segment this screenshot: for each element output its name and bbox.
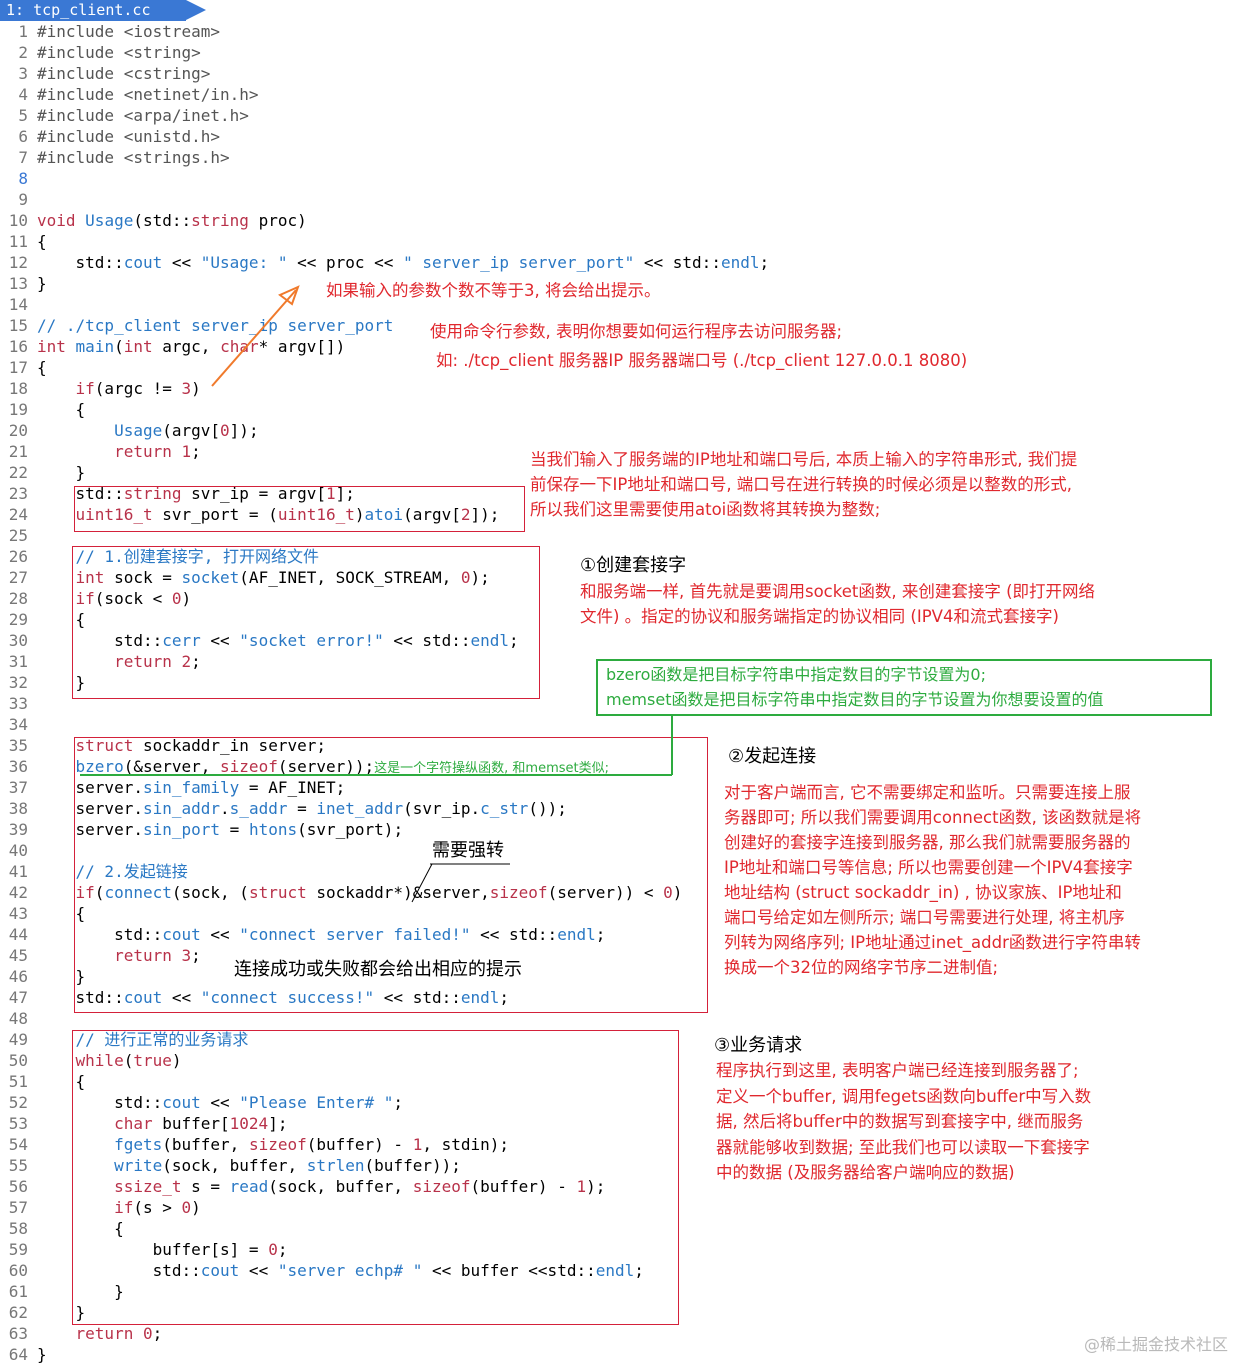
usage-arrow-line: [211, 289, 297, 387]
connect-desc-line: 地址结构 (struct sockaddr_in) , 协议家族、IP地址和: [724, 883, 1122, 902]
code-editor[interactable]: 1: tcp_client.cc 1 #include <iostream> 2 #i…: [0, 0, 1238, 1364]
connect-desc-line: 列转为网络序列; IP地址通过inet_addr函数进行字符串转: [724, 933, 1141, 952]
connect-desc-line: 换成一个32位的网络字节序二进制值;: [724, 958, 999, 977]
socket-title: ①创建套接字: [580, 555, 687, 576]
usage-hint: 如果输入的参数个数不等于3, 将会给出提示。: [326, 281, 661, 300]
connect-desc-line: 对于客户端而言, 它不需要绑定和监听。只需要连接上服: [724, 783, 1131, 802]
connect-desc-line: 创建好的套接字连接到服务器, 那么我们就需要服务器的: [724, 833, 1131, 852]
request-desc-line: 程序执行到这里, 表明客户端已经连接到服务器了;: [716, 1061, 1079, 1080]
request-desc-line: 器就能够收到数据; 至此我们也可以读取一下套接字: [716, 1137, 1090, 1157]
connect-title: ②发起连接: [728, 746, 817, 767]
connect-desc-line: IP地址和端口号等信息; 所以也需要创建一个IPV4套接字: [724, 858, 1133, 877]
connect-desc-line: 端口号给定如左侧所示; 端口号需要进行处理, 将主机序: [724, 908, 1125, 927]
cast-note: 需要强转: [432, 840, 504, 861]
cmdline-hint-2: 如: ./tcp_client 服务器IP 服务器端口号 (./tcp_clie…: [436, 351, 968, 370]
socket-desc-1: 和服务端一样, 首先就是要调用socket函数, 来创建套接字 (即打开网络: [580, 582, 1096, 601]
cmdline-hint-1: 使用命令行参数, 表明你想要如何运行程序去访问服务器;: [430, 322, 843, 341]
request-desc-line: 中的数据 (及服务器给客户端响应的数据): [716, 1163, 1015, 1182]
connect-result-note: 连接成功或失败都会给出相应的提示: [234, 959, 522, 980]
watermark: @稀土掘金技术社区: [1083, 1335, 1228, 1354]
connect-desc-line: 务器即可; 所以我们需要调用connect函数, 该函数就是将: [724, 808, 1142, 827]
request-desc-line: 据, 然后将buffer中的数据写到套接字中, 继而服务: [716, 1112, 1084, 1131]
request-title: ③业务请求: [714, 1035, 803, 1056]
socket-desc-2: 文件) 。指定的协议和服务端指定的协议相同 (IPV4和流式套接字): [580, 607, 1059, 626]
request-desc-line: 定义一个buffer, 调用fegets函数向buffer中写入数: [716, 1086, 1092, 1106]
convert-hint-2: 前保存一下IP地址和端口号, 端口号在进行转换的时候必须是以整数的形式,: [530, 475, 1073, 494]
convert-hint-1: 当我们输入了服务端的IP地址和端口号后, 本质上输入的字符串形式, 我们提: [530, 450, 1078, 469]
convert-hint-3: 所以我们这里需要使用atoi函数将其转换为整数;: [530, 500, 881, 519]
cast-note-pointer: [411, 863, 433, 903]
